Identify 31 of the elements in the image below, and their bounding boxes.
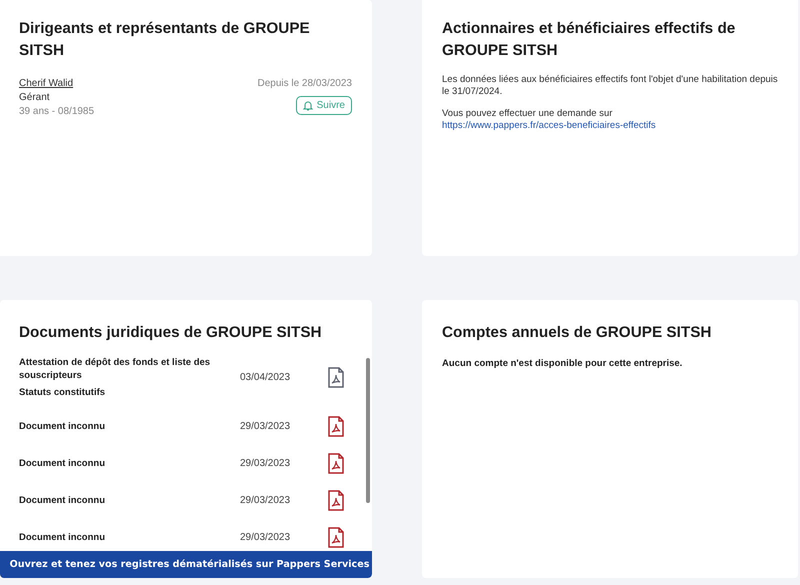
document-date: 29/03/2023 [240, 495, 292, 506]
card-title: Dirigeants et représentants de GROUPE SITSH [19, 19, 311, 61]
request-link[interactable]: https://www.pappers.fr/acces-beneficiaires-effectifs [442, 120, 656, 131]
card-title: Comptes annuels de GROUPE SITSH [442, 323, 712, 343]
bell-icon [302, 100, 313, 111]
person-role: Gérant [19, 91, 51, 105]
request-paragraph: Vous pouvez effectuer une demande sur https://www.pappers.fr/acces-beneficiaires-effectifs [442, 108, 657, 132]
pdf-icon[interactable] [328, 366, 344, 388]
registers-banner[interactable]: Ouvrez et tenez vos registres dématérialisés sur Pappers Services [0, 551, 372, 578]
pdf-icon[interactable] [328, 490, 344, 511]
document-name: Document inconnu [19, 457, 106, 470]
document-name: Document inconnu [19, 494, 106, 507]
document-name: Statuts constitutifs [19, 386, 106, 398]
card-title: Actionnaires et bénéficiaires effectifs de GROUPE SITSH [442, 19, 736, 61]
person-link[interactable]: Cherif Walid [19, 77, 94, 91]
pdf-icon[interactable] [328, 527, 344, 548]
document-name: Attestation de dépôt des fonds et liste des souscripteurs [19, 356, 212, 382]
document-date: 29/03/2023 [240, 532, 292, 543]
document-date: 29/03/2023 [240, 421, 292, 432]
person-age: 39 ans - 08/1985 [19, 105, 94, 119]
document-date: 03/04/2023 [240, 372, 292, 382]
empty-message: Aucun compte n'est disponible pour cette entreprise. [442, 358, 684, 369]
pdf-icon[interactable] [328, 416, 344, 437]
document-name: Document inconnu [19, 531, 106, 544]
pdf-icon[interactable] [328, 453, 344, 474]
info-paragraph: Les données liées aux bénéficiaires effectifs font l'objet d'une habilitation depuis le 31/07/2024. [442, 74, 778, 98]
document-name: Document inconnu [19, 420, 106, 433]
document-date: 29/03/2023 [240, 458, 292, 469]
card-title: Documents juridiques de GROUPE SITSH [19, 323, 323, 343]
scrollbar[interactable] [366, 358, 370, 503]
since-date: Depuis le 28/03/2023 [257, 77, 352, 91]
